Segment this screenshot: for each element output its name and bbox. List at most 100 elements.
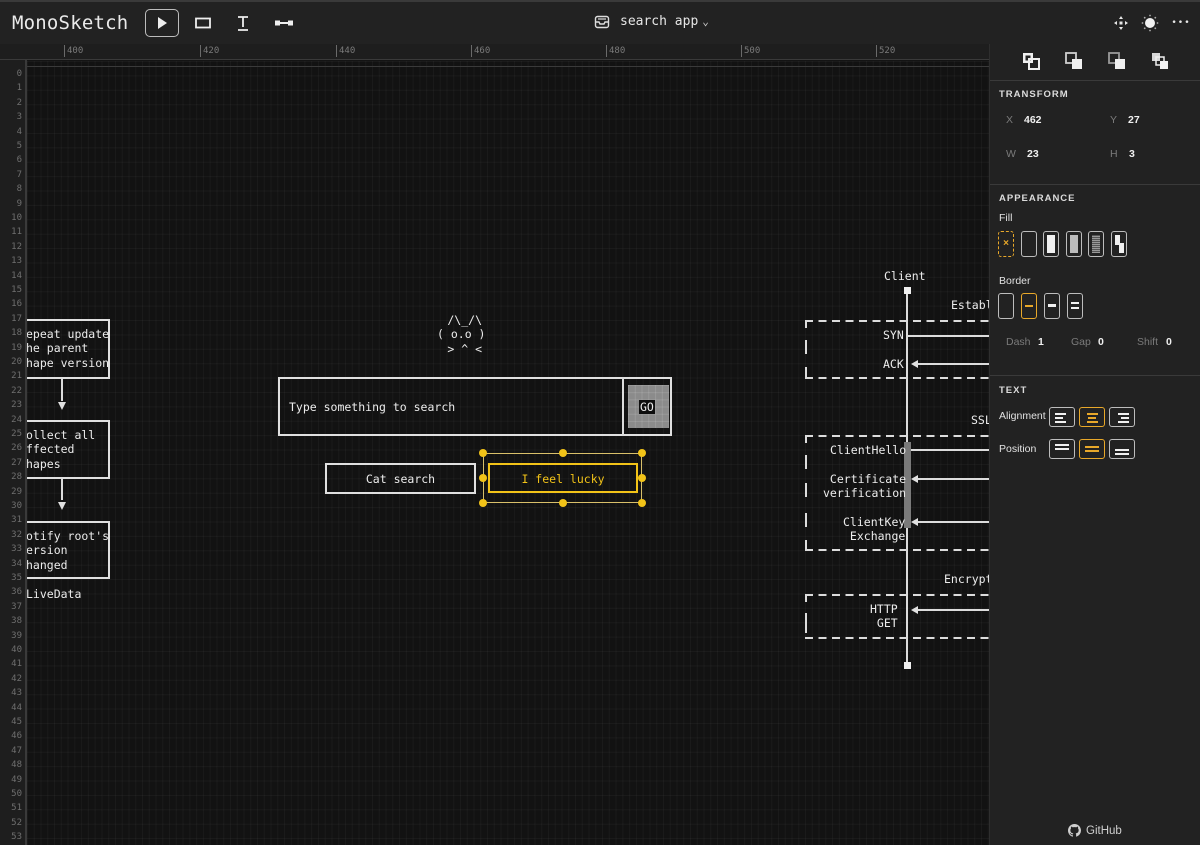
ruler-row-number: 35 xyxy=(11,573,22,583)
vertical-ruler: 0 1 2 3 4 5 6 7 8 9 10 11 12 13 14 15 16 17 18 19 20 21 22 23 24… xyxy=(0,60,27,845)
align-center-button[interactable] xyxy=(1079,407,1105,427)
drawing-canvas[interactable]: epeat update he parent hape version olle… xyxy=(27,61,989,845)
resize-handle-top-left[interactable] xyxy=(479,449,487,457)
group-border xyxy=(805,455,807,469)
shift-value-input[interactable]: 0 xyxy=(1166,336,1172,348)
fill-option-dense-dots[interactable] xyxy=(1088,231,1104,257)
gap-value-input[interactable]: 0 xyxy=(1098,336,1104,348)
panel-divider xyxy=(990,80,1200,81)
ruler-row-number: 32 xyxy=(11,529,22,540)
resize-handle-bottom-right[interactable] xyxy=(638,499,646,507)
group-border xyxy=(805,320,989,322)
select-tool-button[interactable] xyxy=(145,9,179,37)
ruler-row-number: 2 xyxy=(16,97,22,108)
more-icon[interactable]: ••• xyxy=(1171,14,1190,32)
project-name: search app xyxy=(620,14,699,29)
fill-option-light-dots[interactable] xyxy=(1066,231,1082,257)
cat-ascii-art: /\_/\ ( o.o ) > ^ < xyxy=(437,313,486,356)
message-ack: ACK xyxy=(883,357,904,371)
rectangle-tool-button[interactable] xyxy=(186,9,220,37)
h-value-input[interactable]: 3 xyxy=(1129,148,1135,160)
ruler-row-number: 34 xyxy=(11,558,22,569)
search-placeholder-text: Type something to search xyxy=(289,400,456,414)
w-label: W xyxy=(1006,148,1016,160)
border-option-double[interactable] xyxy=(1067,293,1083,319)
position-middle-button[interactable] xyxy=(1079,439,1105,459)
ruler-row-number: 10 xyxy=(11,213,22,223)
send-to-back-icon[interactable] xyxy=(1151,52,1169,70)
group-border xyxy=(805,513,807,527)
group-border xyxy=(805,377,989,379)
theme-toggle-button[interactable] xyxy=(1141,14,1159,32)
flow-connector xyxy=(61,479,63,500)
ruler-row-number: 26 xyxy=(11,443,22,454)
ruler-row-number: 27 xyxy=(11,457,22,468)
flow-footer-text: LiveData xyxy=(27,587,82,601)
github-link[interactable]: GitHub xyxy=(1068,824,1122,837)
bring-forward-icon[interactable] xyxy=(1022,52,1040,70)
fill-option-transparent[interactable] xyxy=(1021,231,1037,257)
position-top-button[interactable] xyxy=(1049,439,1075,459)
ruler-row-number: 15 xyxy=(11,285,22,295)
fill-option-solid[interactable] xyxy=(1043,231,1059,257)
go-button-label[interactable]: GO xyxy=(639,400,655,415)
move-icon xyxy=(1114,16,1128,30)
ruler-row-number: 4 xyxy=(16,126,22,137)
horizontal-ruler: 400 420 440 460 480 500 520 xyxy=(0,44,989,60)
group-border xyxy=(805,594,989,596)
y-label: Y xyxy=(1110,114,1118,126)
flow-box-text: otify root's ersion hanged xyxy=(27,529,110,572)
align-left-button[interactable] xyxy=(1049,407,1075,427)
move-button[interactable] xyxy=(1112,14,1130,32)
ruler-row-number: 18 xyxy=(11,328,22,339)
panel-divider xyxy=(990,375,1200,376)
theme-sun-icon xyxy=(1141,14,1159,32)
ruler-row-number: 43 xyxy=(11,688,22,699)
bring-to-front-icon[interactable] xyxy=(1108,52,1126,70)
resize-handle-bottom-left[interactable] xyxy=(479,499,487,507)
send-backward-icon[interactable] xyxy=(1065,52,1083,70)
y-value-input[interactable]: 27 xyxy=(1128,114,1140,126)
rectangle-icon xyxy=(195,17,211,29)
text-title: TEXT xyxy=(999,385,1028,396)
message-client-hello: ClientHello xyxy=(830,443,907,457)
ruler-tick: 400 xyxy=(64,45,83,57)
w-value-input[interactable]: 23 xyxy=(1027,148,1039,160)
border-option-bold[interactable] xyxy=(1044,293,1060,319)
ruler-row-number: 8 xyxy=(16,184,22,195)
fill-option-stripe[interactable] xyxy=(1111,231,1127,257)
message-certificate-verification: Certificate verification xyxy=(823,472,907,501)
border-option-none[interactable] xyxy=(998,293,1014,319)
ruler-row-number: 5 xyxy=(16,141,22,151)
ruler-tick: 460 xyxy=(471,45,490,57)
ruler-row-number: 23 xyxy=(11,400,22,411)
resize-handle-top-right[interactable] xyxy=(638,449,646,457)
ruler-row-number: 25 xyxy=(11,429,22,439)
resize-handle-bottom[interactable] xyxy=(559,499,567,507)
line-tool-button[interactable] xyxy=(267,9,301,37)
resize-handle-top[interactable] xyxy=(559,449,567,457)
align-right-button[interactable] xyxy=(1109,407,1135,427)
group-border xyxy=(805,637,989,639)
x-value-input[interactable]: 462 xyxy=(1024,114,1042,126)
resize-handle-left[interactable] xyxy=(479,474,487,482)
transform-title: TRANSFORM xyxy=(999,89,1069,100)
x-label: X xyxy=(1006,114,1014,126)
group-border xyxy=(805,594,807,602)
project-selector[interactable]: search app ⌄ xyxy=(594,14,709,29)
position-bottom-button[interactable] xyxy=(1109,439,1135,459)
border-option-single[interactable] xyxy=(1021,293,1037,319)
group-border xyxy=(805,435,989,437)
ruler-row-number: 44 xyxy=(11,702,22,713)
ruler-tick: 520 xyxy=(876,45,895,57)
ruler-row-number: 14 xyxy=(11,270,22,281)
text-tool-button[interactable] xyxy=(226,9,260,37)
resize-handle-right[interactable] xyxy=(638,474,646,482)
ruler-row-number: 20 xyxy=(11,357,22,367)
ruler-divider xyxy=(27,66,989,67)
fill-option-none[interactable]: × xyxy=(998,231,1014,257)
ruler-row-number: 36 xyxy=(11,587,22,598)
ruler-row-number: 30 xyxy=(11,501,22,511)
dash-value-input[interactable]: 1 xyxy=(1038,336,1044,348)
ruler-row-number: 46 xyxy=(11,731,22,742)
